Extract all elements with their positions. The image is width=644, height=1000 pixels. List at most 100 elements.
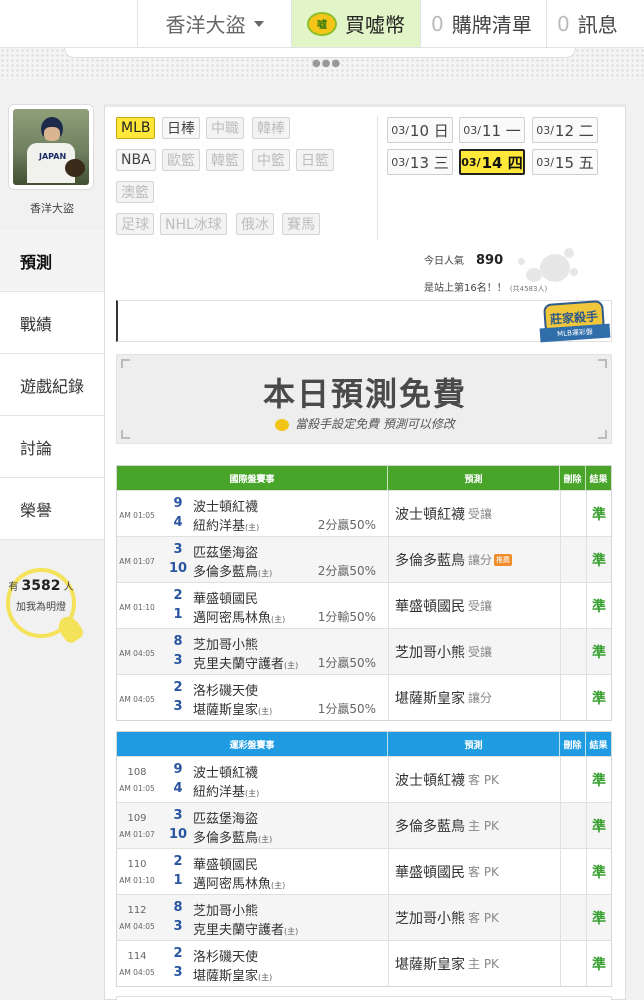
delete-cell: [560, 537, 586, 582]
game-info-cell: 112 AM 04:05: [117, 895, 157, 940]
table-row: AM 01:07 3 匹茲堡海盜 10 多倫多藍鳥(主) 2分贏50% 多倫多藍…: [117, 536, 611, 582]
league-nba[interactable]: NBA: [116, 149, 156, 171]
league-mlb[interactable]: MLB: [116, 117, 156, 139]
odds-result: 2分贏50%: [317, 518, 376, 532]
prediction-type: 受讓: [468, 599, 493, 613]
away-team: 芝加哥小熊: [193, 904, 259, 919]
league-cpbl[interactable]: 中職: [206, 117, 244, 139]
messages-label: 訊息: [577, 13, 618, 37]
table-row: AM 04:05 2 洛杉磯天使 3 堪薩斯皇家(主) 1分贏50% 堪薩斯皇家…: [117, 674, 611, 720]
delete-cell: [560, 583, 586, 628]
away-score: 2: [173, 946, 183, 961]
date-month: 03/: [463, 123, 481, 137]
date-0311[interactable]: 03/11 一: [459, 117, 525, 143]
date-month: 03/: [536, 155, 554, 169]
home-team-line: 堪薩斯皇家(主): [193, 965, 272, 984]
prediction-pick: 多倫多藍鳥: [395, 552, 465, 569]
game-number: 112: [127, 905, 147, 916]
home-team: 紐約洋基: [193, 519, 246, 534]
date-0313[interactable]: 03/13 三: [387, 149, 453, 175]
home-team: 邁阿密馬林魚: [193, 877, 272, 892]
prediction-cell: 波士頓紅襪 受讓: [388, 491, 560, 536]
lightbulb-icon: [275, 418, 290, 431]
delete-cell: [560, 849, 586, 894]
game-time-cell: AM 01:05: [117, 491, 157, 536]
nav-item-game-log[interactable]: 遊戲紀錄: [0, 354, 104, 416]
prediction-type: 客 PK: [468, 911, 499, 925]
date-0315[interactable]: 03/15 五: [532, 149, 598, 175]
table-header: 國際盤賽事 預測 刪除 結果: [117, 466, 611, 490]
away-score: 3: [173, 542, 183, 557]
away-team: 洛杉磯天使: [193, 950, 259, 965]
home-marker: (主): [258, 973, 273, 982]
nav-item-discussion[interactable]: 討論: [0, 416, 104, 478]
league-korea-basketball[interactable]: 韓籃: [206, 149, 244, 171]
game-time: AM 01:05: [119, 784, 155, 793]
prediction-type: 受讓: [468, 507, 493, 521]
top-bar: 香洋大盜 嘘 買噓幣 0 購牌清單 0 訊息: [0, 0, 644, 48]
league-horse-racing[interactable]: 賽馬: [282, 213, 320, 235]
home-team: 克里夫蘭守護者: [193, 657, 285, 672]
date-0314[interactable]: 03/14 四: [459, 149, 525, 175]
game-time: AM 01:07: [119, 557, 155, 566]
nav-item-record[interactable]: 戰績: [0, 292, 104, 354]
bookie-killer-badge: 莊家殺手 MLB運彩盤: [538, 299, 612, 344]
home-marker: (主): [271, 881, 286, 890]
result-cell: 準: [586, 629, 611, 674]
home-team-line: 堪薩斯皇家(主): [193, 699, 272, 718]
home-marker: (主): [258, 569, 273, 578]
home-score: 3: [173, 653, 183, 668]
game-number: 108: [127, 767, 147, 778]
game-time: AM 04:05: [119, 922, 155, 931]
prediction-type: 客 PK: [468, 773, 499, 787]
user-menu[interactable]: 香洋大盜: [138, 0, 292, 47]
home-team-line: 多倫多藍鳥(主): [193, 827, 272, 846]
game-info-cell: 114 AM 04:05: [117, 941, 157, 986]
nav-item-predict[interactable]: 預測: [0, 230, 104, 292]
league-china-basketball[interactable]: 中籃: [252, 149, 290, 171]
nav-item-honors[interactable]: 榮譽: [0, 478, 104, 540]
home-team-line: 多倫多藍鳥(主): [193, 561, 272, 580]
date-0310[interactable]: 03/10 日: [387, 117, 453, 143]
site-rank-text: 是站上第16名！！: [424, 283, 507, 294]
header-prediction: 預測: [388, 466, 560, 490]
popularity-value: 890: [476, 253, 504, 268]
result-cell: 準: [586, 675, 611, 720]
result-cell: 準: [586, 849, 611, 894]
result-cell: 準: [586, 803, 611, 848]
date-0312[interactable]: 03/12 二: [532, 117, 598, 143]
match-teams: 2 華盛頓國民 1 邁阿密馬林魚(主): [157, 849, 388, 894]
game-time: AM 01:10: [119, 876, 155, 885]
intl-odds-table: 國際盤賽事 預測 刪除 結果 AM 01:05 9 波士頓紅襪 4 紐約洋基(主…: [116, 465, 612, 721]
game-number: 110: [127, 859, 147, 870]
league-npb[interactable]: 日棒: [162, 117, 200, 139]
league-aus-basketball[interactable]: 澳籃: [116, 181, 154, 203]
league-kbo[interactable]: 韓棒: [252, 117, 290, 139]
league-khl[interactable]: 俄冰: [236, 213, 274, 235]
pager-dots[interactable]: ●●●: [312, 58, 341, 69]
away-score: 8: [173, 634, 183, 649]
away-score: 2: [173, 854, 183, 869]
league-japan-basketball[interactable]: 日籃: [296, 149, 334, 171]
buy-coin-button[interactable]: 嘘 買噓幣: [292, 0, 420, 47]
away-team: 匹茲堡海盜: [193, 546, 259, 561]
league-nhl[interactable]: NHL冰球: [160, 213, 227, 235]
home-team-line: 邁阿密馬林魚(主): [193, 873, 285, 892]
league-euro-basketball[interactable]: 歐籃: [162, 149, 200, 171]
league-soccer[interactable]: 足球: [116, 213, 154, 235]
home-team: 堪薩斯皇家: [193, 703, 259, 718]
messages-button[interactable]: 0 訊息: [546, 0, 644, 47]
fan-count-prefix: 有: [8, 582, 19, 593]
prediction-cell: 芝加哥小熊 受讓: [388, 629, 560, 674]
caret-down-icon: [253, 20, 264, 27]
date-month: 03/: [536, 123, 554, 137]
match-teams: 2 華盛頓國民 1 邁阿密馬林魚(主) 1分輸50%: [157, 583, 388, 628]
game-time: AM 04:05: [119, 695, 155, 704]
purchase-list-button[interactable]: 0 購牌清單: [420, 0, 546, 47]
prediction-type: 讓分: [468, 553, 493, 567]
purchase-list-label: 購牌清單: [451, 13, 532, 37]
username-label: 香洋大盜: [165, 13, 246, 37]
profile-avatar[interactable]: JAPAN: [8, 104, 94, 190]
delete-cell: [560, 675, 586, 720]
follow-caption[interactable]: 加我為明燈: [6, 598, 76, 613]
